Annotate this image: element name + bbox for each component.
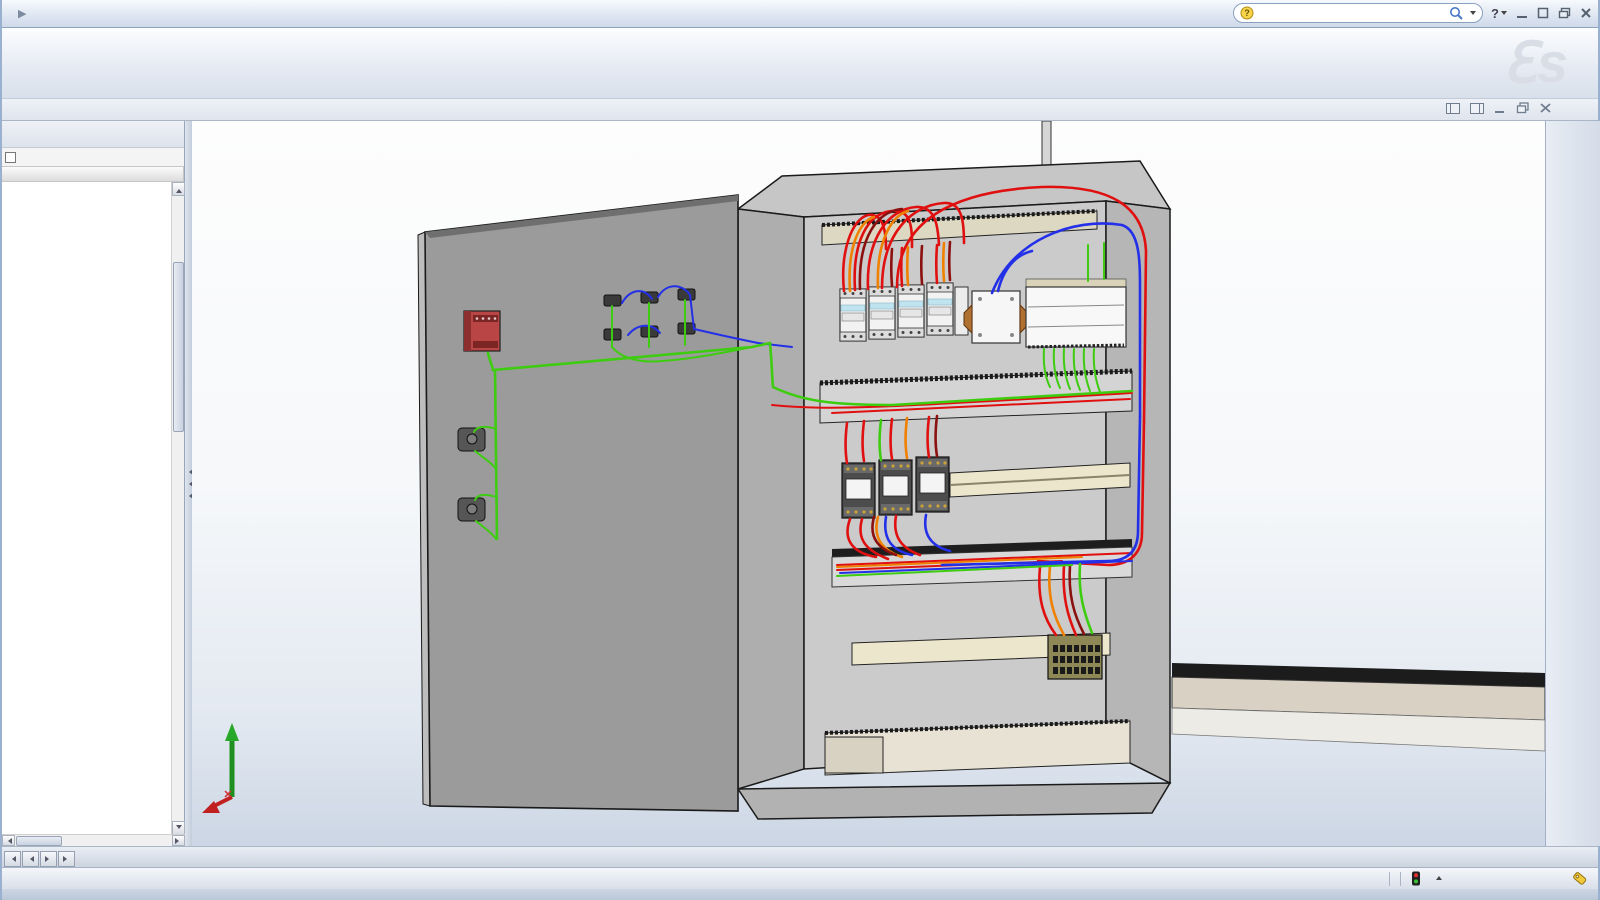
scrollbar-thumb[interactable]: [173, 262, 184, 432]
last-tab-button[interactable]: [58, 851, 75, 867]
status-bar: [2, 867, 1598, 889]
status-right: [1379, 871, 1588, 886]
main-content: [2, 121, 1600, 846]
hide-inserted-checkbox[interactable]: [5, 152, 16, 163]
solidworks-window: ▶ ? ? Ꜫs: [0, 0, 1600, 900]
graphics-viewport[interactable]: [192, 121, 1545, 846]
tree-horizontal-scrollbar[interactable]: [2, 834, 185, 846]
rebuild-traffic-light-icon[interactable]: [1411, 871, 1421, 886]
scroll-up-button[interactable]: [172, 182, 185, 196]
ribbon-buttons: [2, 28, 1598, 98]
first-tab-button[interactable]: [4, 851, 21, 867]
doc-restore-icon[interactable]: [1516, 102, 1530, 114]
panel-tab-strip: [2, 121, 184, 148]
search-options-caret[interactable]: [1470, 11, 1476, 18]
task-pane: [1545, 121, 1600, 846]
scrollbar-thumb[interactable]: [16, 836, 62, 846]
collapse-left-pane-icon[interactable]: [1446, 103, 1460, 114]
minimize-button[interactable]: [1516, 7, 1528, 19]
command-tab-row: [2, 99, 1598, 121]
title-bar: ▶ ? ?: [2, 0, 1598, 28]
window-buttons: ?: [1491, 6, 1592, 21]
tree-vertical-scrollbar[interactable]: [171, 182, 184, 835]
doc-close-icon[interactable]: [1540, 103, 1552, 114]
next-tab-button[interactable]: [40, 851, 57, 867]
title-bar-right: ? ?: [1233, 3, 1592, 23]
conveyor-beam: [1172, 663, 1545, 751]
model-tab-bar: [2, 846, 1598, 867]
feature-manager-panel: [2, 121, 185, 846]
scroll-left-button[interactable]: [2, 835, 15, 846]
restore-button[interactable]: [1558, 7, 1571, 19]
units-selector[interactable]: [1431, 873, 1442, 885]
search-icon[interactable]: [1449, 6, 1463, 20]
panel-splitter[interactable]: [185, 121, 192, 846]
tab-nav-cluster: [4, 851, 75, 867]
document-window-controls: [1446, 102, 1552, 114]
window-bottom-edge: [2, 889, 1598, 900]
scroll-down-button[interactable]: [172, 821, 185, 835]
scroll-right-button[interactable]: [172, 835, 185, 846]
command-manager-ribbon: Ꜫs: [2, 28, 1598, 99]
maximize-button[interactable]: [1537, 7, 1549, 19]
toolbar-overflow-chevron[interactable]: ▶: [18, 7, 26, 20]
help-balloon-icon: ?: [1240, 6, 1254, 20]
components-tree: [2, 182, 172, 835]
svg-text:?: ?: [1244, 8, 1250, 18]
ds-watermark: Ꜫs: [1502, 30, 1568, 96]
solidworks-logo: ▶: [2, 0, 34, 27]
enclosure-3d-scene: [192, 121, 1545, 846]
door-relay: [464, 311, 500, 351]
hide-inserted-row: [2, 148, 184, 166]
help-search-box[interactable]: ?: [1233, 3, 1483, 23]
enclosure-door[interactable]: [418, 195, 738, 811]
prev-tab-button[interactable]: [22, 851, 39, 867]
origin-triad: [202, 723, 239, 813]
symbols-header: [2, 166, 184, 182]
tag-icon[interactable]: [1572, 871, 1588, 886]
close-icon[interactable]: [1580, 7, 1592, 19]
help-button[interactable]: ?: [1491, 6, 1507, 21]
doc-minimize-icon[interactable]: [1494, 103, 1506, 114]
collapse-right-pane-icon[interactable]: [1470, 103, 1484, 114]
